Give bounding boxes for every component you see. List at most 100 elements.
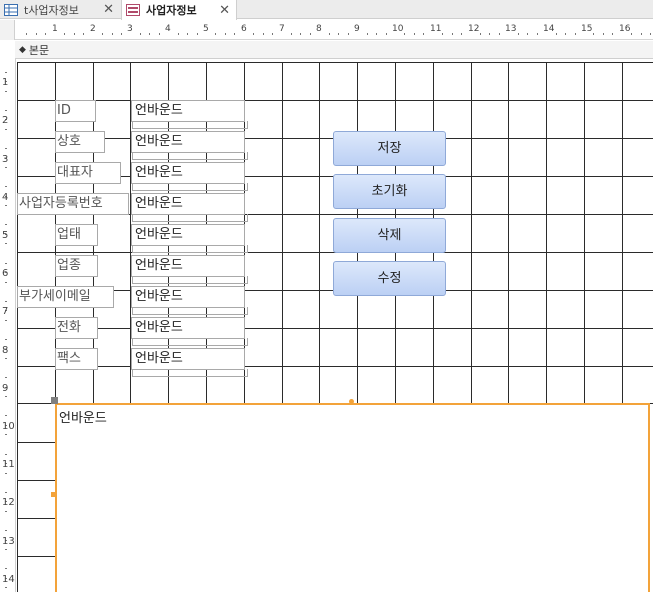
tab-label: t사업자정보 bbox=[24, 3, 79, 17]
ruler-minor-tick bbox=[367, 33, 368, 35]
label-company-name[interactable]: 상호 bbox=[55, 131, 105, 153]
ruler-minor-tick bbox=[253, 33, 254, 35]
reset-button[interactable]: 초기화 bbox=[333, 174, 446, 209]
ruler-number: 16 bbox=[619, 24, 631, 34]
ruler-minor-tick bbox=[499, 33, 500, 35]
ruler-minor-tick bbox=[149, 33, 150, 35]
textbox-phone[interactable]: 언바운드 bbox=[131, 317, 248, 346]
tab-label: 사업자정보 bbox=[146, 4, 197, 17]
ruler-minor-tick bbox=[5, 301, 7, 302]
ruler-number: 7 bbox=[279, 24, 285, 34]
label-business-item[interactable]: 업종 bbox=[55, 255, 98, 277]
ruler-number: 5 bbox=[2, 230, 9, 241]
ruler-minor-tick bbox=[159, 33, 160, 35]
ruler-minor-tick bbox=[5, 282, 7, 283]
textbox-memo[interactable]: 언바운드 bbox=[55, 403, 650, 592]
ruler-minor-tick bbox=[537, 33, 538, 35]
label-vat-email[interactable]: 부가세이메일 bbox=[17, 286, 114, 308]
ruler-corner bbox=[0, 20, 15, 40]
ruler-minor-tick bbox=[376, 33, 377, 35]
ruler-minor-tick bbox=[5, 511, 7, 512]
ruler-minor-tick bbox=[612, 33, 613, 35]
ruler-minor-tick bbox=[5, 243, 7, 244]
ruler-minor-tick bbox=[300, 33, 301, 35]
close-icon[interactable]: ✕ bbox=[103, 2, 114, 17]
ruler-minor-tick bbox=[5, 377, 7, 378]
ruler-number: 12 bbox=[2, 497, 15, 508]
textbox-business-reg-number[interactable]: 언바운드 bbox=[131, 193, 248, 222]
grid-line-horizontal bbox=[17, 328, 653, 329]
ruler-minor-tick bbox=[5, 110, 7, 111]
ruler-minor-tick bbox=[575, 33, 576, 35]
grid-line-vertical bbox=[282, 62, 283, 403]
ruler-minor-tick bbox=[338, 33, 339, 35]
ruler-minor-tick bbox=[423, 33, 424, 35]
ruler-minor-tick bbox=[556, 33, 557, 35]
close-icon[interactable]: ✕ bbox=[219, 3, 230, 18]
ruler-number: 8 bbox=[316, 24, 322, 34]
section-header-detail[interactable]: ◆ 본문 bbox=[15, 41, 653, 59]
resize-handle-top[interactable] bbox=[349, 399, 354, 404]
textbox-business-item[interactable]: 언바운드 bbox=[131, 255, 248, 284]
ruler-minor-tick bbox=[45, 33, 46, 35]
ruler-minor-tick bbox=[215, 33, 216, 35]
textbox-business-type[interactable]: 언바운드 bbox=[131, 224, 248, 253]
label-business-type[interactable]: 업태 bbox=[55, 224, 98, 246]
grid-line-horizontal bbox=[17, 442, 55, 443]
ruler-number: 11 bbox=[430, 24, 442, 34]
ruler-minor-tick bbox=[263, 33, 264, 35]
textbox-representative[interactable]: 언바운드 bbox=[131, 162, 248, 191]
ruler-minor-tick bbox=[631, 33, 632, 35]
ruler-minor-tick bbox=[102, 33, 103, 35]
form-icon bbox=[126, 4, 140, 16]
textbox-company-name[interactable]: 언바운드 bbox=[131, 131, 248, 160]
tab-table-business-info[interactable]: t사업자정보 ✕ bbox=[0, 0, 120, 19]
ruler-number: 1 bbox=[52, 24, 58, 34]
ruler-number: 14 bbox=[543, 24, 555, 34]
ruler-minor-tick bbox=[310, 33, 311, 35]
ruler-number: 8 bbox=[2, 345, 9, 356]
grid-line-vertical bbox=[319, 62, 320, 403]
section-label: 본문 bbox=[28, 43, 50, 57]
ruler-number: 14 bbox=[2, 574, 15, 585]
resize-handle-left[interactable] bbox=[51, 492, 55, 497]
grid-line-horizontal bbox=[17, 480, 55, 481]
grid-line-horizontal bbox=[17, 100, 653, 101]
textbox-fax[interactable]: 언바운드 bbox=[131, 348, 248, 377]
ruler-minor-tick bbox=[5, 473, 7, 474]
textbox-id[interactable]: 언바운드 bbox=[131, 100, 248, 129]
ruler-number: 6 bbox=[241, 24, 247, 34]
tab-form-business-info[interactable]: 사업자정보 ✕ bbox=[121, 0, 237, 20]
save-button[interactable]: 저장 bbox=[333, 131, 446, 166]
label-id[interactable]: ID bbox=[55, 100, 96, 122]
move-handle[interactable] bbox=[51, 397, 58, 404]
ruler-minor-tick bbox=[74, 33, 75, 35]
delete-button[interactable]: 삭제 bbox=[333, 218, 446, 253]
ruler-minor-tick bbox=[404, 33, 405, 35]
ruler-minor-tick bbox=[225, 33, 226, 35]
ruler-minor-tick bbox=[140, 33, 141, 35]
ruler-number: 11 bbox=[2, 459, 15, 470]
ruler-minor-tick bbox=[593, 33, 594, 35]
ruler-minor-tick bbox=[348, 33, 349, 35]
form-design-grid[interactable]: ID 상호 대표자 사업자등록번호 업태 업종 부가세이메일 전화 팩스 언바운… bbox=[17, 59, 653, 592]
label-phone[interactable]: 전화 bbox=[55, 317, 98, 339]
ruler-number: 6 bbox=[2, 268, 9, 279]
ruler-minor-tick bbox=[36, 33, 37, 35]
label-fax[interactable]: 팩스 bbox=[55, 348, 98, 370]
ruler-minor-tick bbox=[461, 33, 462, 35]
grid-line-vertical bbox=[584, 62, 585, 403]
vertical-ruler: 1 2 3 4 5 6 7 8 9 10 11 12 13 14 bbox=[0, 59, 16, 592]
ruler-number: 15 bbox=[581, 24, 593, 34]
ruler-number: 2 bbox=[90, 24, 96, 34]
ruler-minor-tick bbox=[5, 186, 7, 187]
ruler-minor-tick bbox=[641, 33, 642, 35]
ruler-minor-tick bbox=[5, 129, 7, 130]
grid-line-horizontal bbox=[17, 366, 653, 367]
textbox-vat-email[interactable]: 언바운드 bbox=[131, 286, 248, 315]
label-business-reg-number[interactable]: 사업자등록번호 bbox=[17, 193, 129, 215]
ruler-number: 13 bbox=[505, 24, 517, 34]
ruler-number: 10 bbox=[2, 421, 15, 432]
label-representative[interactable]: 대표자 bbox=[55, 162, 121, 184]
edit-button[interactable]: 수정 bbox=[333, 261, 446, 296]
